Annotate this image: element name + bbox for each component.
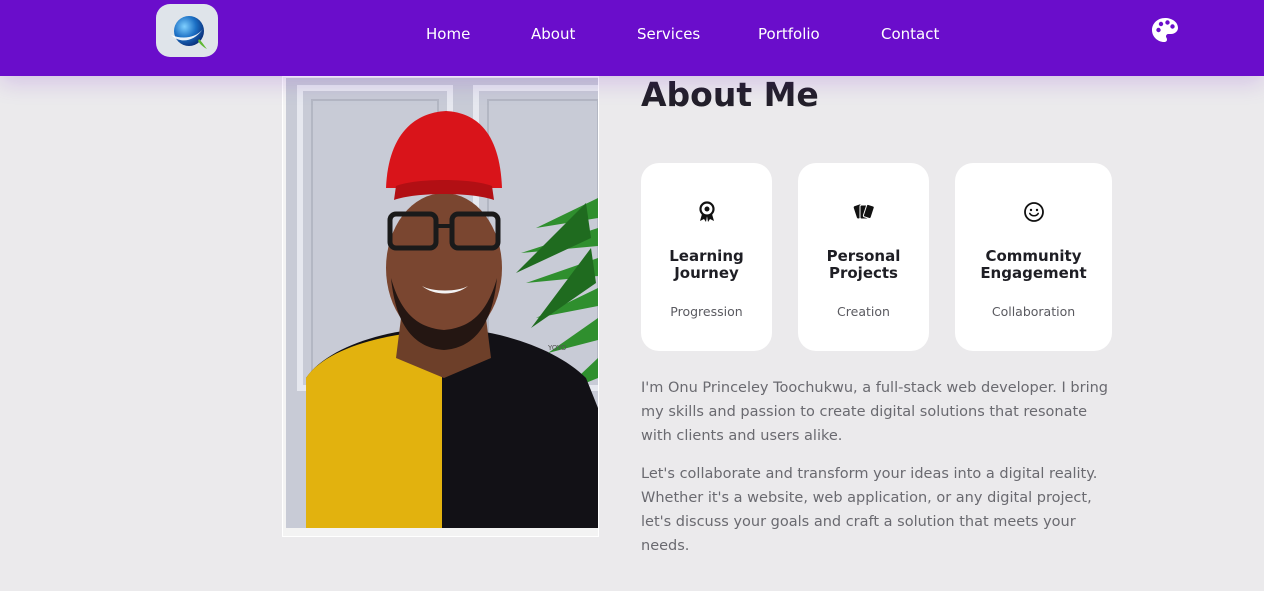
- card-title: Community Engagement: [980, 247, 1087, 282]
- palette-icon[interactable]: [1151, 16, 1179, 44]
- cards-icon: [853, 203, 875, 220]
- about-heading: About Me: [641, 75, 819, 114]
- portrait-photo: YOYO: [286, 78, 598, 528]
- card-title: Learning Journey: [669, 247, 744, 282]
- card-subtitle: Progression: [670, 304, 743, 319]
- card-subtitle: Collaboration: [991, 304, 1076, 319]
- card-subtitle: Creation: [837, 304, 890, 319]
- card-community-engagement: Community Engagement Collaboration: [955, 163, 1112, 351]
- award-icon: [698, 201, 715, 222]
- smile-icon: [1023, 202, 1044, 222]
- nav-contact-link[interactable]: Contact: [881, 25, 939, 43]
- about-paragraph-collaborate: Let's collaborate and transform your ide…: [641, 466, 1098, 554]
- card-learning-journey: Learning Journey Progression: [641, 163, 772, 351]
- logo[interactable]: [156, 4, 218, 57]
- svg-text:YOYO: YOYO: [547, 344, 567, 352]
- nav-about-link[interactable]: About: [531, 25, 575, 43]
- nav-portfolio-link[interactable]: Portfolio: [758, 25, 820, 43]
- navbar: Home About Services Portfolio Contact: [0, 0, 1264, 76]
- nav-services-link[interactable]: Services: [637, 25, 700, 43]
- card-personal-projects: Personal Projects Creation: [798, 163, 929, 351]
- about-paragraph-intro: I'm Onu Princeley Toochukwu, a full-stac…: [641, 380, 1109, 444]
- logo-icon: [171, 15, 207, 49]
- nav-home-link[interactable]: Home: [426, 25, 470, 43]
- card-title: Personal Projects: [826, 247, 901, 282]
